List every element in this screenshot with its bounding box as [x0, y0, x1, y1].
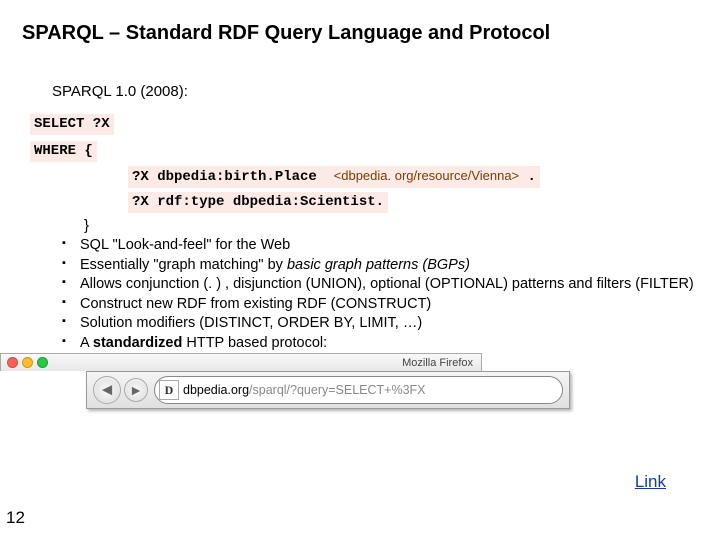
bullet-item: Construct new RDF from existing RDF (CON… — [62, 295, 720, 315]
code-where: WHERE { — [30, 141, 97, 162]
bullet-item: Solution modifiers (DISTINCT, ORDER BY, … — [62, 314, 720, 334]
browser-titlebar: Mozilla Firefox — [0, 353, 482, 371]
browser-title: Mozilla Firefox — [402, 357, 473, 369]
code-triple-1: ?X dbpedia:birth.Place <dbpedia. org/res… — [128, 166, 540, 188]
code-select: SELECT ?X — [30, 114, 114, 135]
back-button[interactable]: ◄ — [93, 376, 121, 404]
code-triple-2: ?X rdf:type dbpedia:Scientist. — [128, 192, 388, 213]
bullet-item: Essentially "graph matching" by basic gr… — [62, 256, 720, 276]
minimize-icon — [22, 357, 33, 368]
address-path: /sparql/?query=SELECT+%3FX — [249, 383, 425, 397]
subtitle: SPARQL 1.0 (2008): — [0, 45, 720, 100]
slide-title: SPARQL – Standard RDF Query Language and… — [0, 0, 720, 45]
forward-button[interactable]: ► — [124, 378, 148, 402]
code-close-brace: } — [84, 217, 720, 234]
bullet-list: SQL "Look-and-feel" for the WebEssential… — [62, 236, 720, 353]
link[interactable]: Link — [635, 472, 666, 492]
address-host: dbpedia.org — [183, 383, 249, 397]
bullet-item: SQL "Look-and-feel" for the Web — [62, 236, 720, 256]
browser-toolbar: ◄ ► D dbpedia.org/sparql/?query=SELECT+%… — [86, 371, 570, 409]
close-icon — [7, 357, 18, 368]
page-number: 12 — [6, 508, 25, 528]
bullet-item: Allows conjunction (. ) , disjunction (U… — [62, 275, 720, 295]
zoom-icon — [37, 357, 48, 368]
bullet-item: A standardized HTTP based protocol: — [62, 334, 720, 354]
favicon: D — [159, 380, 179, 400]
address-bar[interactable]: D dbpedia.org/sparql/?query=SELECT+%3FX — [154, 376, 563, 404]
